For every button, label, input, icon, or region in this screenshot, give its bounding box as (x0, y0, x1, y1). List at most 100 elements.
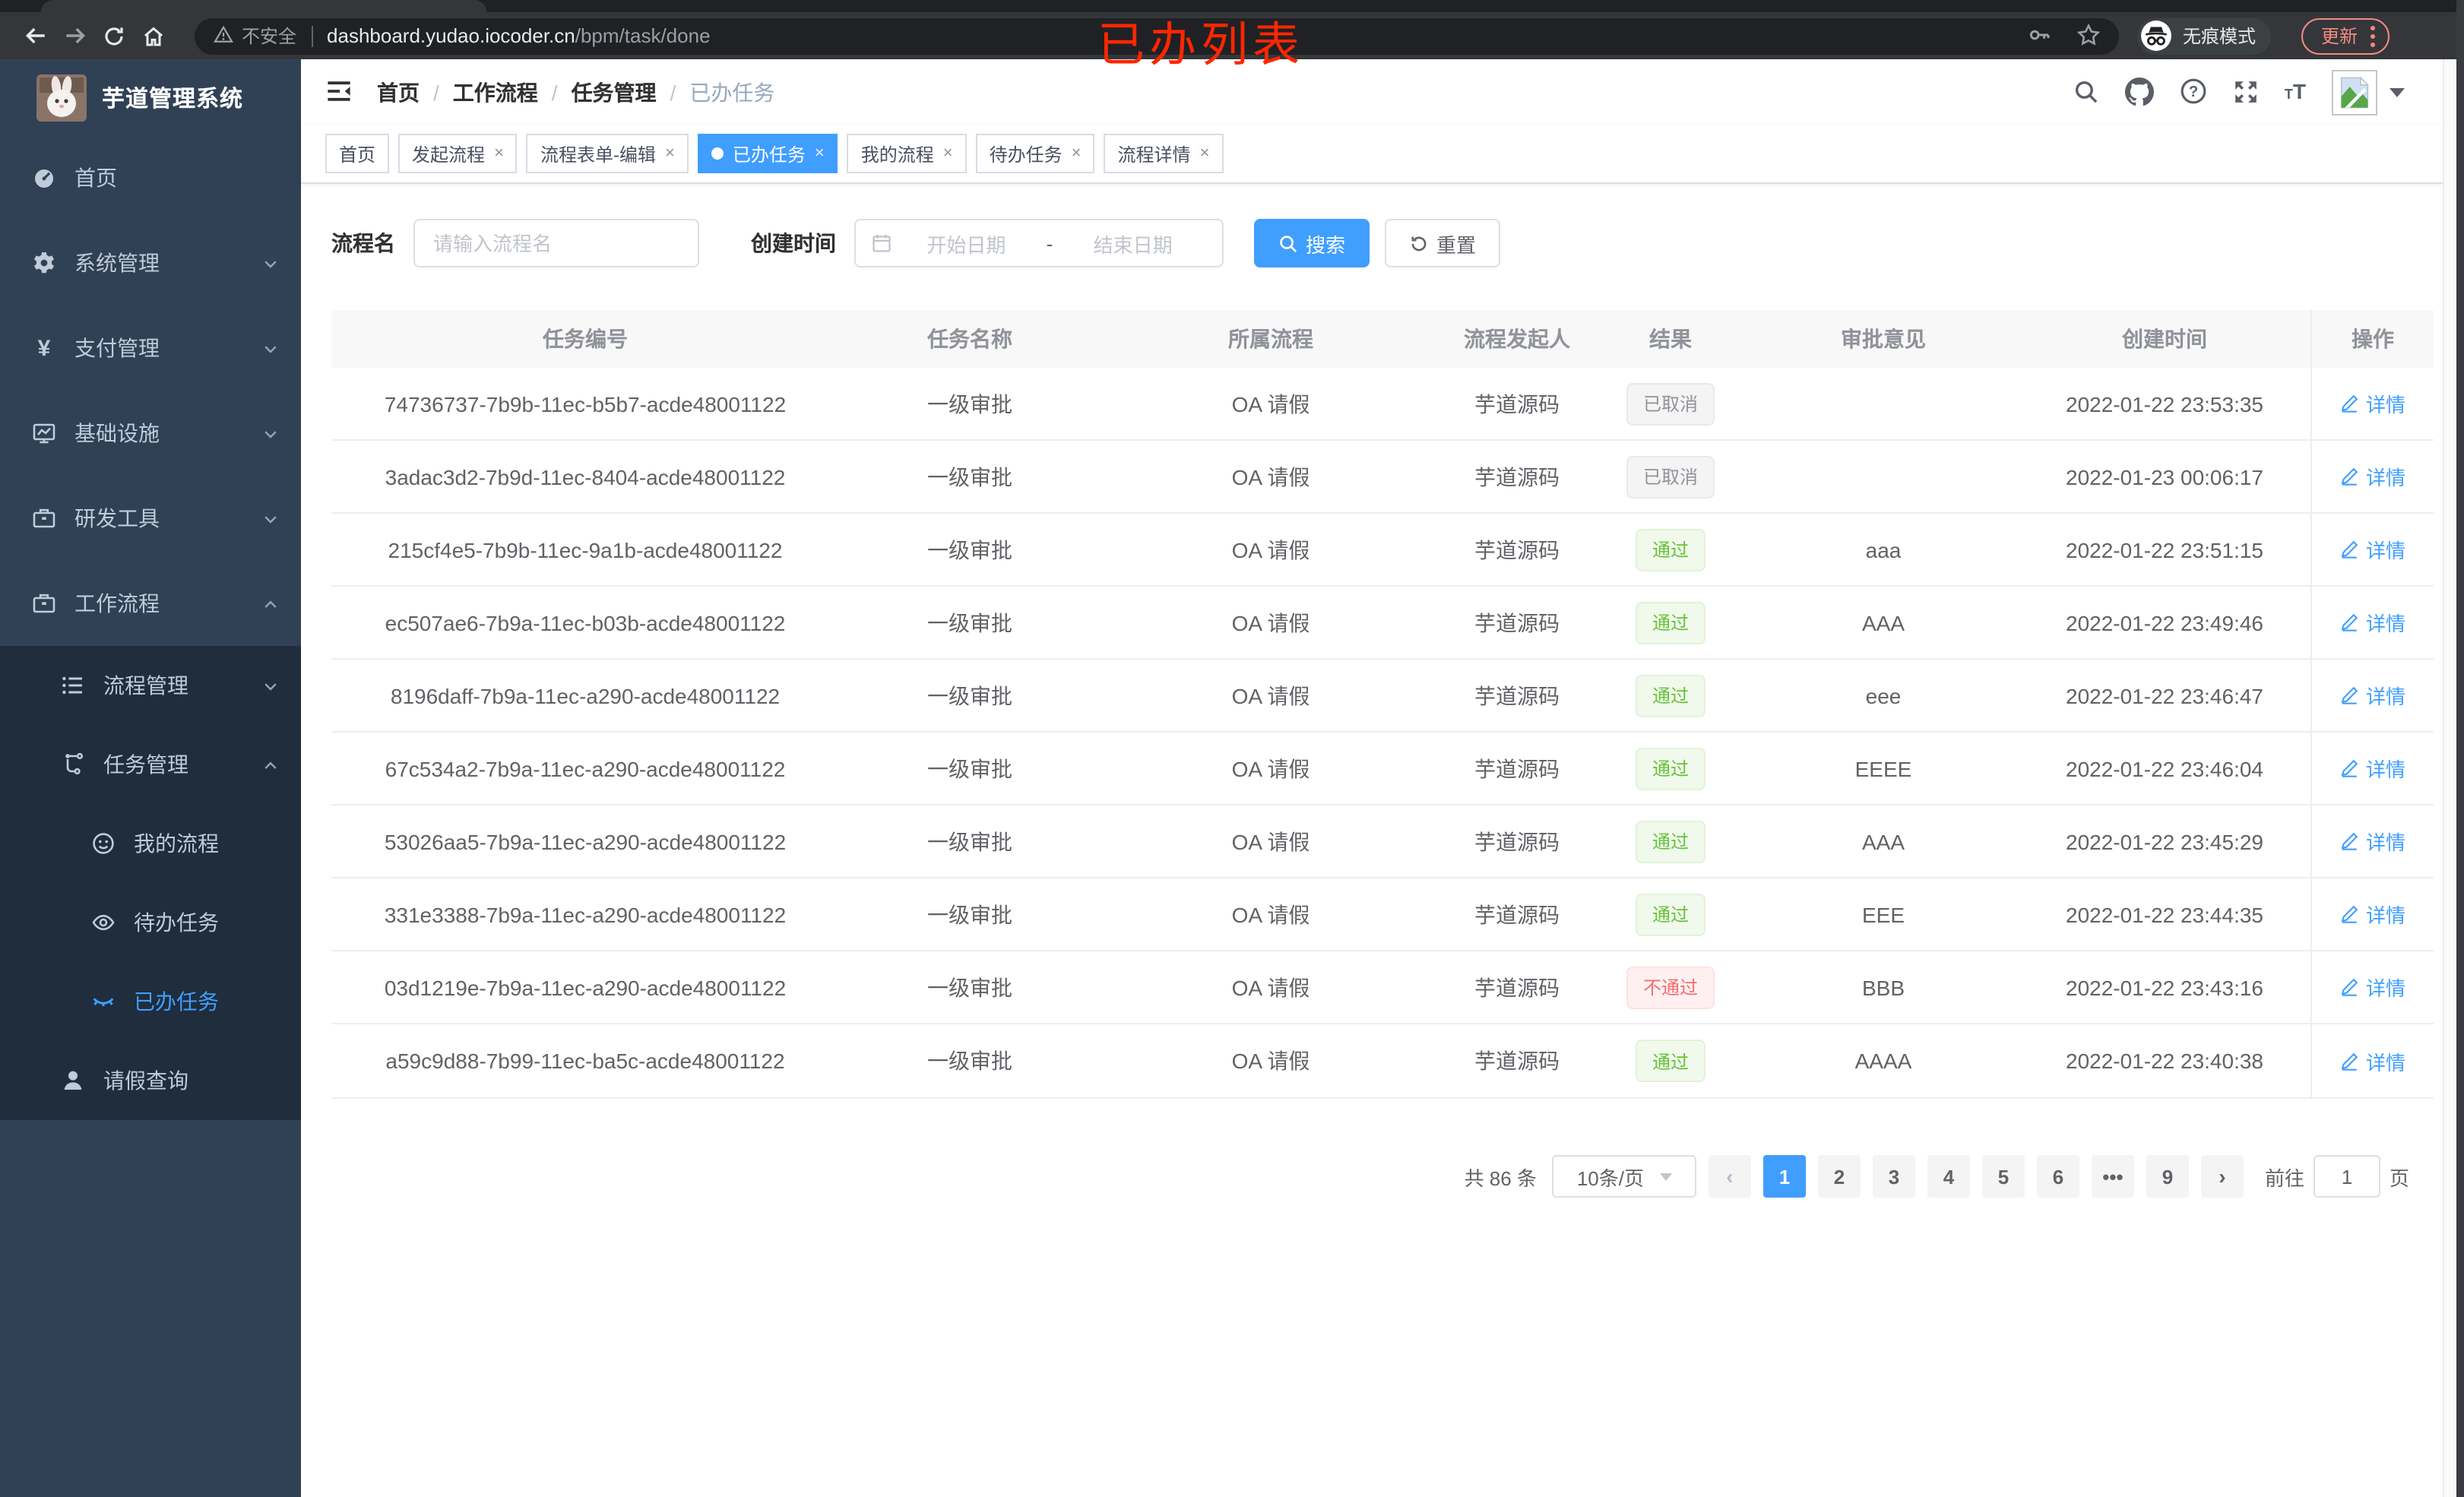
browser-menu-icon[interactable] (2370, 24, 2376, 48)
total-count: 共 86 条 (1464, 1166, 1537, 1189)
sidebar-item-5[interactable]: 工作流程 (0, 561, 301, 646)
breadcrumb-separator: / (433, 80, 439, 104)
starter-cell: 芋道源码 (1474, 464, 1560, 489)
detail-link[interactable]: 详情 (2340, 900, 2405, 929)
back-button[interactable] (15, 16, 55, 55)
bookmark-star-icon[interactable] (2076, 22, 2101, 49)
detail-link[interactable]: 详情 (2340, 827, 2405, 856)
page-button-6[interactable]: 6 (2036, 1155, 2079, 1198)
date-end-placeholder[interactable]: 结束日期 (1059, 229, 1207, 258)
status-badge: 通过 (1635, 674, 1705, 717)
created-time-cell: 2022-01-22 23:43:16 (2066, 975, 2263, 999)
tab-close-icon[interactable]: × (665, 144, 675, 163)
avatar-caret-icon[interactable] (2390, 87, 2405, 97)
process-cell: OA 请假 (1231, 610, 1310, 635)
detail-link[interactable]: 详情 (2340, 973, 2405, 1002)
page-button-1[interactable]: 1 (1762, 1155, 1806, 1198)
page-button-9[interactable]: 9 (2146, 1155, 2189, 1198)
tab-close-icon[interactable]: × (1200, 144, 1210, 163)
search-icon[interactable] (2073, 78, 2099, 106)
detail-link[interactable]: 详情 (2340, 754, 2405, 783)
font-size-icon[interactable]: TT (2285, 80, 2306, 104)
forward-button[interactable] (55, 16, 94, 55)
page-button-5[interactable]: 5 (1981, 1155, 2025, 1198)
prev-page-button[interactable]: ‹ (1708, 1155, 1751, 1198)
detail-link[interactable]: 详情 (2340, 1046, 2405, 1075)
breadcrumb-item-1[interactable]: 工作流程 (453, 77, 538, 107)
result-badge-cell: 通过 (1593, 805, 1748, 877)
created-time-cell: 2022-01-22 23:46:47 (2066, 683, 2263, 707)
broken-image-icon (2332, 69, 2377, 115)
task-name-cell: 一级审批 (927, 829, 1012, 853)
breadcrumb-item-2[interactable]: 任务管理 (572, 77, 657, 107)
sidebar-item-3[interactable]: 基础设施 (0, 391, 301, 476)
help-icon[interactable]: ? (2180, 78, 2207, 106)
page-button-3[interactable]: 3 (1872, 1155, 1915, 1198)
view-tab-2[interactable]: 流程表单-编辑 × (526, 134, 689, 173)
detail-link[interactable]: 详情 (2340, 535, 2405, 564)
detail-link[interactable]: 详情 (2340, 681, 2405, 710)
update-label[interactable]: 更新 (2321, 23, 2358, 49)
column-header-3: 流程发起人 (1464, 327, 1570, 351)
view-tab-3[interactable]: 已办任务 × (697, 134, 838, 173)
home-button[interactable] (134, 16, 173, 55)
fullscreen-icon[interactable] (2233, 78, 2259, 106)
user-avatar[interactable] (2332, 69, 2405, 115)
sidebar-item-4[interactable]: 研发工具 (0, 476, 301, 561)
tabs-bar: 首页 发起流程 × 流程表单-编辑 × 已办任务 × 我的流程 × 待办任务 × 流程详情 × (301, 125, 2444, 184)
action-cell: 详情 (2310, 587, 2434, 658)
goto-page-input[interactable] (2313, 1155, 2380, 1198)
view-tab-1[interactable]: 发起流程 × (398, 134, 518, 173)
date-start-placeholder[interactable]: 开始日期 (892, 229, 1040, 258)
sidebar: 芋道管理系统 首页 系统管理 ¥ 支付管理 基础设施 研发工具 工作流程 流程管理 任务管理 我的… (0, 59, 301, 1497)
task-name-cell: 一级审批 (927, 464, 1012, 489)
result-badge-cell: 已取消 (1593, 441, 1748, 512)
detail-link[interactable]: 详情 (2340, 389, 2405, 418)
sidebar-item-11[interactable]: 请假查询 (0, 1041, 301, 1120)
page-size-select[interactable]: 10条/页 (1551, 1155, 1696, 1198)
view-tab-5[interactable]: 待办任务 × (975, 134, 1095, 173)
password-key-icon[interactable] (2028, 22, 2052, 49)
task-id-cell: 215cf4e5-7b9b-11ec-9a1b-acde48001122 (388, 537, 783, 562)
process-name-input[interactable] (433, 232, 679, 255)
sidebar-item-10[interactable]: 已办任务 (0, 962, 301, 1041)
tab-close-icon[interactable]: × (494, 144, 504, 163)
sidebar-item-8[interactable]: 我的流程 (0, 804, 301, 883)
detail-link[interactable]: 详情 (2340, 462, 2405, 491)
reset-button[interactable]: 重置 (1385, 219, 1501, 267)
view-tab-0[interactable]: 首页 (325, 134, 390, 173)
reload-button[interactable] (94, 16, 134, 55)
goto-unit: 页 (2389, 1166, 2409, 1189)
sidebar-item-7[interactable]: 任务管理 (0, 725, 301, 804)
breadcrumb-item-0[interactable]: 首页 (377, 77, 420, 107)
sidebar-item-9[interactable]: 待办任务 (0, 883, 301, 962)
comment-cell (1748, 368, 2019, 439)
column-header-4: 结果 (1649, 327, 1692, 351)
view-tab-6[interactable]: 流程详情 × (1104, 134, 1224, 173)
page-scrollbar[interactable] (2443, 59, 2456, 1497)
sidebar-menu: 首页 系统管理 ¥ 支付管理 基础设施 研发工具 工作流程 流程管理 任务管理 我的流程 待办任务已… (0, 135, 301, 1120)
sidebar-item-6[interactable]: 流程管理 (0, 646, 301, 725)
result-badge-cell: 通过 (1593, 878, 1748, 950)
tab-close-icon[interactable]: × (1072, 144, 1082, 163)
view-tab-4[interactable]: 我的流程 × (847, 134, 967, 173)
sidebar-item-0[interactable]: 首页 (0, 135, 301, 220)
tab-close-icon[interactable]: × (815, 144, 825, 163)
page-button-2[interactable]: 2 (1817, 1155, 1861, 1198)
starter-cell: 芋道源码 (1474, 829, 1560, 853)
detail-link[interactable]: 详情 (2340, 608, 2405, 637)
search-button[interactable]: 搜索 (1254, 219, 1370, 267)
date-range-input[interactable]: 开始日期 - 结束日期 (854, 219, 1224, 267)
sidebar-item-2[interactable]: ¥ 支付管理 (0, 305, 301, 391)
tab-close-icon[interactable]: × (943, 144, 953, 163)
page-button-•••[interactable]: ••• (2091, 1155, 2134, 1198)
next-page-button[interactable]: › (2200, 1155, 2244, 1198)
github-icon[interactable] (2124, 78, 2154, 106)
update-button[interactable]: 更新 (2301, 17, 2390, 54)
sidebar-item-1[interactable]: 系统管理 (0, 220, 301, 305)
browser-active-tab[interactable] (41, 0, 486, 12)
page-button-4[interactable]: 4 (1927, 1155, 1970, 1198)
sidebar-collapse-icon[interactable] (325, 78, 353, 106)
screen: 不安全 dashboard.yudao.iocoder.cn/bpm/task/… (0, 0, 2464, 1497)
security-label[interactable]: 不安全 (242, 23, 296, 49)
